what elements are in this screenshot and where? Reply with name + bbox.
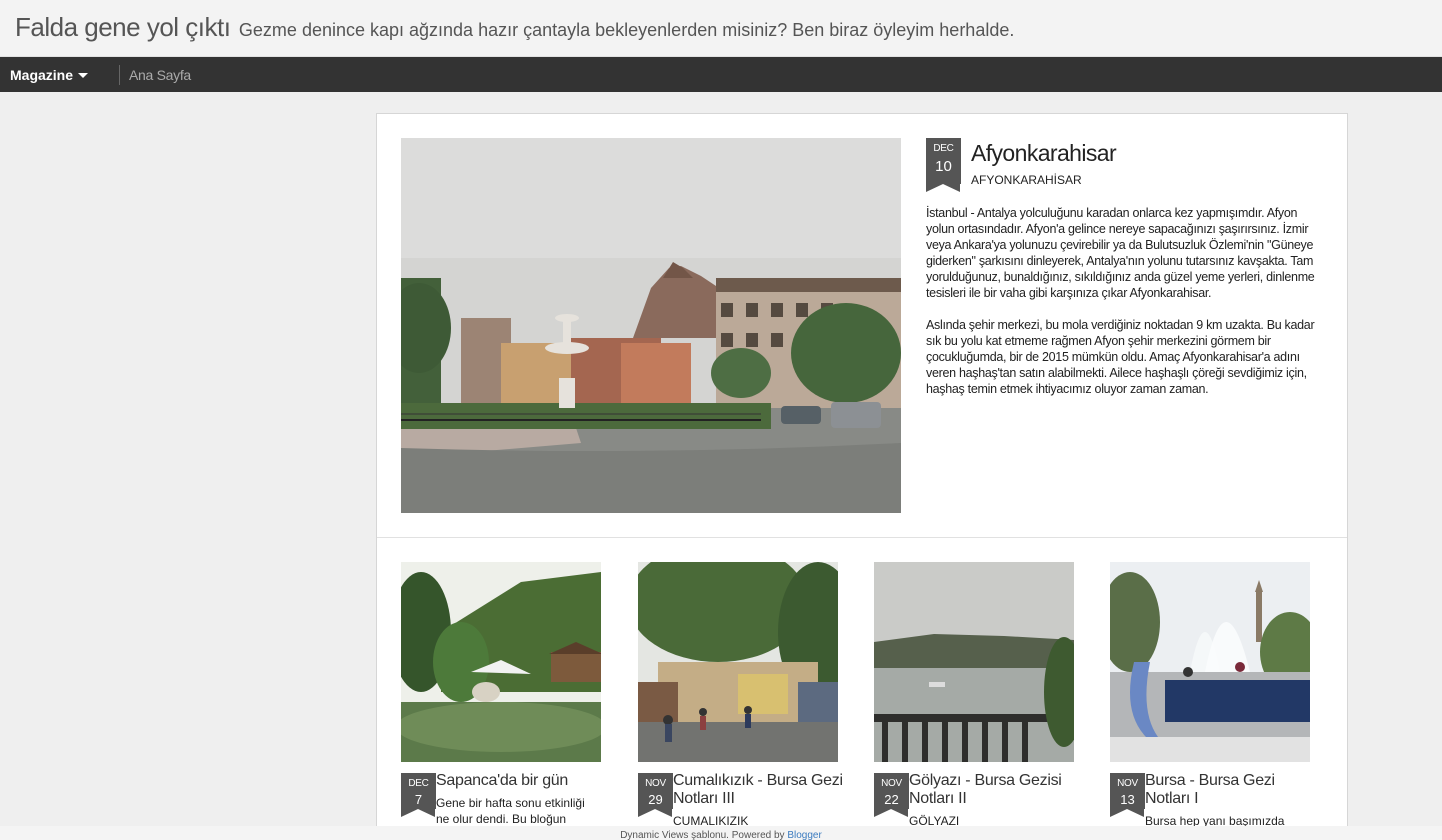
blog-description: Gezme denince kapı ağzında hazır çantayl…: [238, 20, 1015, 40]
date-day: 10: [935, 158, 952, 175]
post-thumbnail[interactable]: [874, 562, 1074, 762]
navbar: Magazine Ana Sayfa: [0, 57, 1442, 92]
date-day: 22: [884, 792, 899, 807]
date-month: DEC: [408, 778, 429, 789]
post-title[interactable]: Bursa - Bursa Gezi Notları I: [1145, 772, 1315, 808]
featured-date-badge: DEC 10: [926, 138, 961, 192]
featured-paragraph: İstanbul - Antalya yolculuğunu karadan o…: [926, 206, 1315, 300]
afyon-square-photo: [401, 138, 901, 513]
post-date-badge: DEC 7: [401, 773, 436, 817]
featured-post-image[interactable]: [401, 138, 901, 513]
nav-link-home[interactable]: Ana Sayfa: [120, 67, 191, 83]
sapanca-photo: [401, 562, 601, 762]
view-switcher-dropdown[interactable]: Magazine: [0, 57, 119, 92]
footer-text: Dynamic Views şablonu. Powered by: [620, 830, 785, 840]
footer-blogger-link[interactable]: Blogger: [787, 830, 821, 840]
post-date-badge: NOV 13: [1110, 773, 1145, 817]
post-snippet: Gene bir hafta sonu etkinliği ne olur de…: [436, 796, 585, 826]
date-month: NOV: [645, 778, 666, 789]
golyazi-photo: [874, 562, 1074, 762]
date-day: 29: [648, 792, 663, 807]
magazine-content: DEC 10 Afyonkarahisar AFYONKARAHİSAR İst…: [376, 113, 1348, 840]
caret-down-icon: [78, 73, 89, 78]
blog-header: Falda gene yol çıktı Gezme denince kapı …: [0, 0, 1442, 57]
post-date-badge: NOV 29: [638, 773, 673, 817]
post-thumbnail[interactable]: [401, 562, 601, 762]
blog-title[interactable]: Falda gene yol çıktı: [15, 12, 231, 42]
date-day: 7: [414, 792, 423, 807]
post-title[interactable]: Cumalıkızık - Bursa Gezi Notları III: [673, 772, 843, 808]
featured-post-title[interactable]: Afyonkarahisar: [971, 140, 1117, 167]
post-title[interactable]: Gölyazı - Bursa Gezisi Notları II: [909, 772, 1079, 808]
footer: Dynamic Views şablonu. Powered by Blogge…: [0, 826, 1442, 840]
bursa-photo: [1110, 562, 1310, 762]
date-month: NOV: [881, 778, 902, 789]
featured-paragraph: Aslında şehir merkezi, bu mola verdiğini…: [926, 318, 1315, 396]
post-thumbnail[interactable]: [1110, 562, 1310, 762]
featured-post: DEC 10 Afyonkarahisar AFYONKARAHİSAR İst…: [377, 114, 1347, 538]
date-day: 13: [1120, 792, 1135, 807]
post-date-badge: NOV 22: [874, 773, 909, 817]
post-thumbnail[interactable]: [638, 562, 838, 762]
featured-post-body: İstanbul - Antalya yolculuğunu karadan o…: [926, 205, 1316, 413]
view-switcher-label: Magazine: [10, 66, 74, 83]
date-month: DEC: [933, 143, 954, 154]
date-month: NOV: [1117, 778, 1138, 789]
featured-post-label[interactable]: AFYONKARAHİSAR: [971, 173, 1082, 187]
post-title[interactable]: Sapanca'da bir gün: [436, 772, 606, 790]
cumalikizik-photo: [638, 562, 838, 762]
